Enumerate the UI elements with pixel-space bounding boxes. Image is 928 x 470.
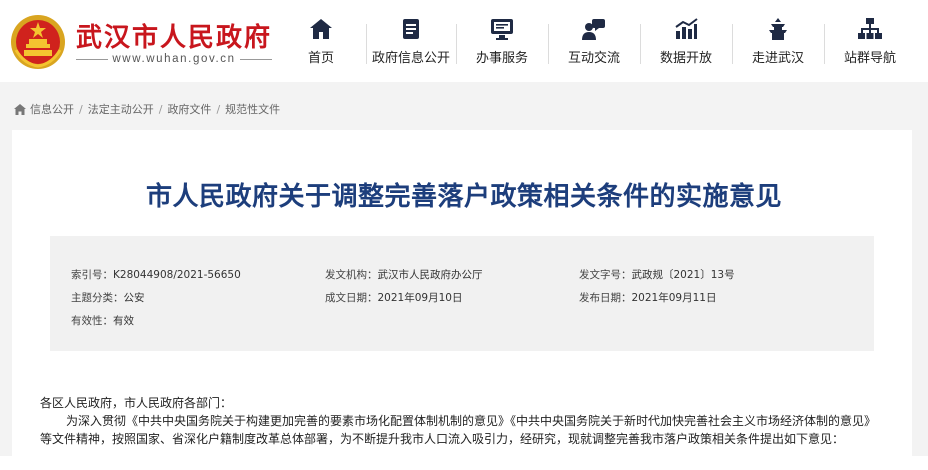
site-domain-text: www.wuhan.gov.cn xyxy=(112,53,236,65)
meta-value: 武汉市人民政府办公厅 xyxy=(377,269,483,281)
site-title[interactable]: 武汉市人民政府 xyxy=(76,17,272,54)
nav-label-about-wuhan: 走进武汉 xyxy=(751,51,804,66)
nav-item-home[interactable]: 首页 xyxy=(275,18,367,70)
meta-value: 武政规〔2021〕13号 xyxy=(631,269,735,281)
nav-item-services[interactable]: 办事服务 xyxy=(456,18,548,70)
nav-item-about-wuhan[interactable]: 走进武汉 xyxy=(732,18,824,70)
site-domain: www.wuhan.gov.cn xyxy=(76,53,272,65)
home-icon xyxy=(310,19,332,39)
site-header: 武汉市人民政府 www.wuhan.gov.cn 首页 政府信息公开 办事服务 … xyxy=(0,0,928,82)
meta-doc-no: 发文字号：武政规〔2021〕13号 xyxy=(579,267,735,282)
monitor-service-icon xyxy=(491,19,513,40)
breadcrumb: 信息公开 / 法定主动公开 / 政府文件 / 规范性文件 xyxy=(14,101,280,117)
nav-divider xyxy=(366,24,367,64)
breadcrumb-separator: / xyxy=(216,102,221,116)
document-icon xyxy=(403,19,419,39)
chat-person-icon xyxy=(582,19,605,40)
meta-value: 有效 xyxy=(113,315,134,327)
landmark-icon xyxy=(769,18,787,40)
breadcrumb-separator: / xyxy=(79,102,83,116)
meta-label: 发布日期： xyxy=(579,292,632,304)
document-body: 各区人民政府，市人民政府各部门： 为深入贯彻《中共中央国务院关于构建更加完善的要… xyxy=(40,394,900,448)
meta-label: 有效性： xyxy=(71,315,113,327)
meta-value: 公安 xyxy=(123,292,145,304)
meta-label: 主题分类： xyxy=(71,292,124,304)
breadcrumb-link-normative-docs[interactable]: 规范性文件 xyxy=(225,101,280,117)
meta-published-date: 发布日期：2021年09月11日 xyxy=(579,290,716,305)
breadcrumb-link-info-public[interactable]: 信息公开 xyxy=(30,101,74,117)
meta-label: 发文机构： xyxy=(325,269,378,281)
main-nav: 首页 政府信息公开 办事服务 互动交流 数据开放 走进武汉 站群导航 xyxy=(290,0,920,82)
home-icon[interactable] xyxy=(14,103,26,115)
meta-label: 发文字号： xyxy=(579,269,632,281)
document-meta-panel: 索引号：K28044908/2021-56650 发文机构：武汉市人民政府办公厅… xyxy=(50,236,874,351)
sitemap-icon xyxy=(858,18,882,39)
meta-label: 索引号： xyxy=(71,269,113,281)
nav-label-gov-info: 政府信息公开 xyxy=(371,51,450,66)
nav-label-home: 首页 xyxy=(307,51,334,66)
meta-value: 2021年09月10日 xyxy=(377,292,463,304)
meta-index-no: 索引号：K28044908/2021-56650 xyxy=(71,267,241,282)
meta-created-date: 成文日期：2021年09月10日 xyxy=(325,290,462,305)
nav-item-interaction[interactable]: 互动交流 xyxy=(548,18,640,70)
breadcrumb-link-gov-docs[interactable]: 政府文件 xyxy=(167,101,211,117)
national-emblem-icon[interactable] xyxy=(10,14,66,70)
domain-right-rule xyxy=(239,58,272,60)
document-salutation: 各区人民政府，市人民政府各部门： xyxy=(40,396,233,410)
document-paragraph-line: 为深入贯彻《中共中央国务院关于构建更加完善的要素市场化配置体制机制的意见》《中共… xyxy=(66,414,877,428)
meta-category: 主题分类：公安 xyxy=(71,290,145,305)
meta-value: K28044908/2021-56650 xyxy=(113,269,241,281)
bar-chart-icon xyxy=(675,18,698,39)
meta-value: 2021年09月11日 xyxy=(631,292,717,304)
breadcrumb-separator: / xyxy=(158,102,163,116)
nav-item-site-nav[interactable]: 站群导航 xyxy=(824,18,916,70)
breadcrumb-link-statutory[interactable]: 法定主动公开 xyxy=(88,101,154,117)
meta-issuer: 发文机构：武汉市人民政府办公厅 xyxy=(325,267,483,282)
nav-label-interaction: 互动交流 xyxy=(567,51,620,66)
nav-item-open-data[interactable]: 数据开放 xyxy=(640,18,732,70)
nav-label-open-data: 数据开放 xyxy=(659,51,712,66)
meta-label: 成文日期： xyxy=(325,292,378,304)
nav-item-gov-info[interactable]: 政府信息公开 xyxy=(368,18,454,70)
meta-validity: 有效性：有效 xyxy=(71,313,134,328)
nav-label-site-nav: 站群导航 xyxy=(843,51,896,66)
nav-label-services: 办事服务 xyxy=(475,51,528,66)
domain-left-rule xyxy=(76,58,109,60)
document-paragraph-line: 等文件精神，按照国家、省深化户籍制度改革总体部署，为不断提升我市人口流入吸引力，… xyxy=(40,432,845,446)
document-title: 市人民政府关于调整完善落户政策相关条件的实施意见 xyxy=(145,182,782,212)
